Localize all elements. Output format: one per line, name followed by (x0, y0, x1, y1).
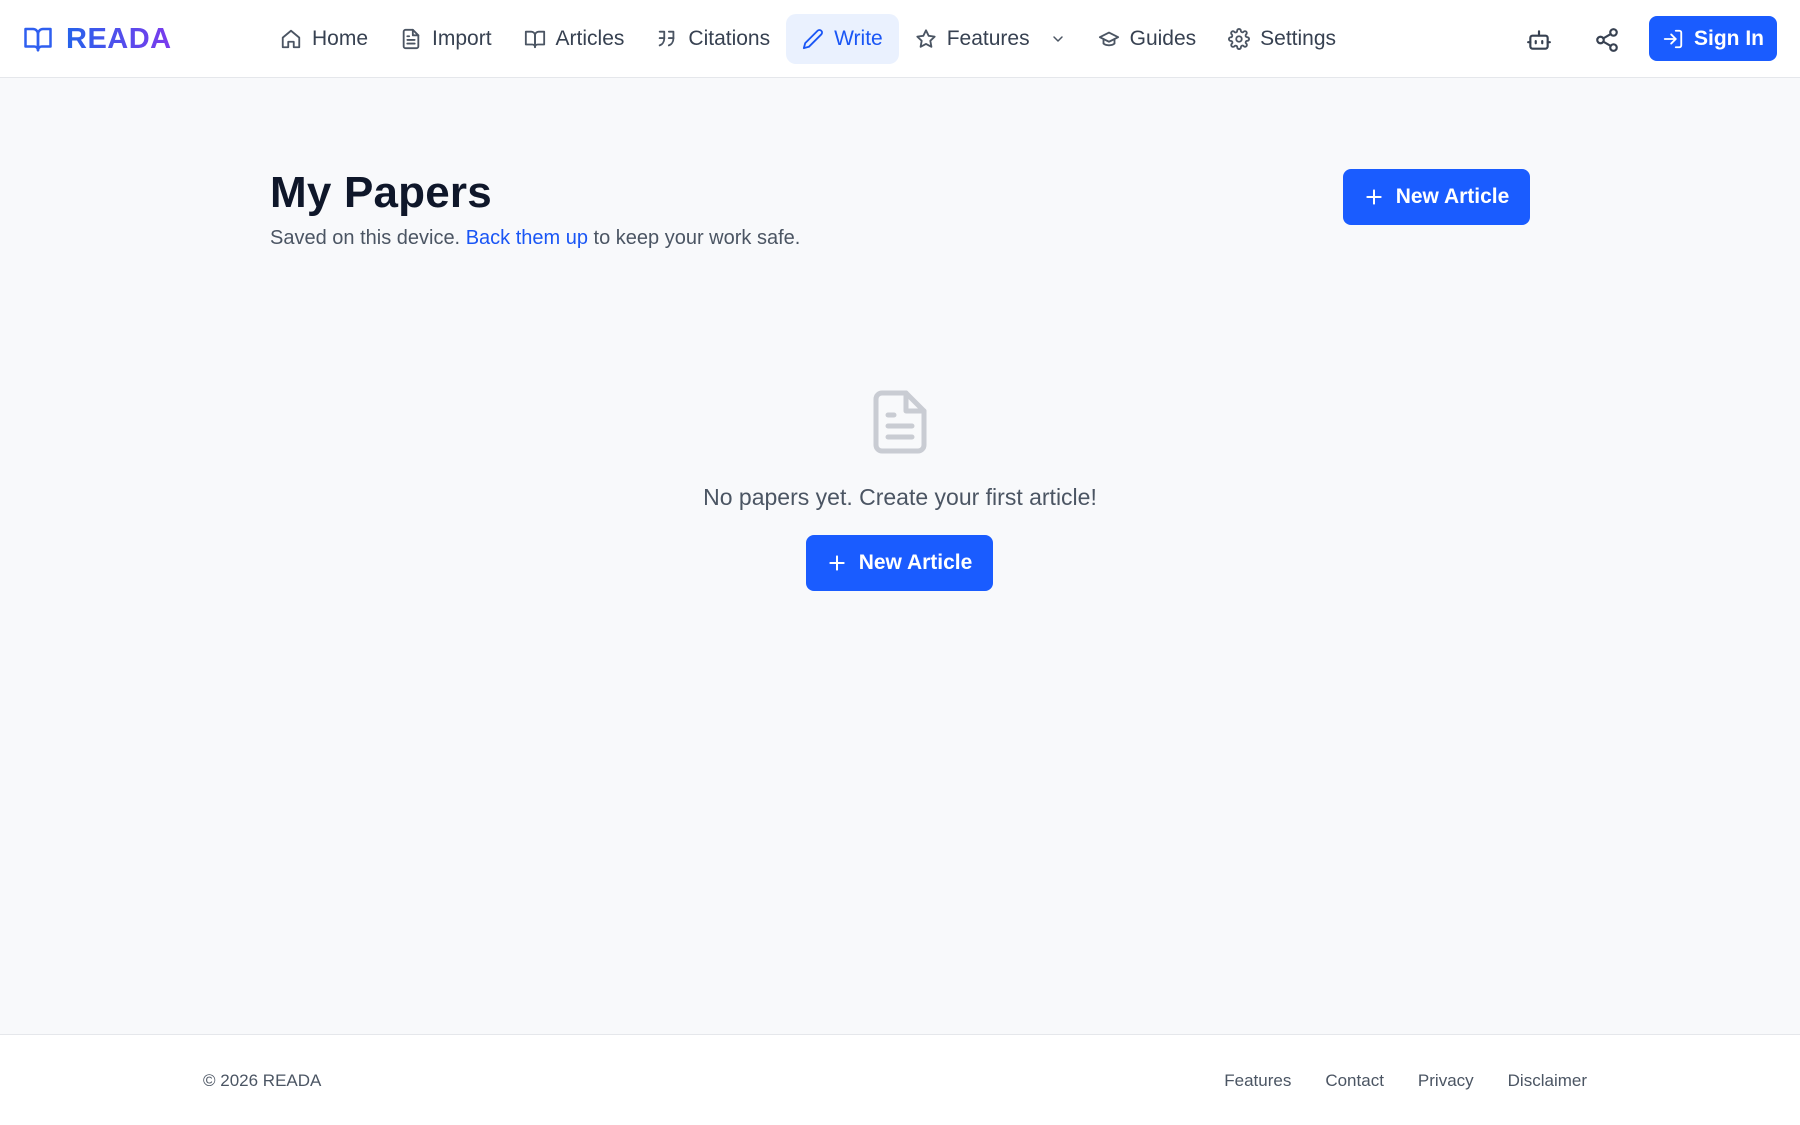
bot-icon (1526, 27, 1552, 53)
footer: © 2026 READA Features Contact Privacy Di… (0, 1034, 1800, 1125)
nav-item-citations[interactable]: Citations (640, 14, 786, 64)
empty-state-message: No papers yet. Create your first article… (703, 484, 1097, 510)
plus-icon (827, 553, 847, 573)
file-text-icon (400, 28, 422, 50)
brand-logo-link[interactable]: READA (22, 20, 172, 58)
backup-link[interactable]: Back them up (466, 227, 588, 249)
pencil-icon (802, 28, 824, 50)
quote-icon (656, 28, 678, 50)
empty-state-new-article-button[interactable]: New Article (806, 535, 993, 591)
share-button[interactable] (1587, 20, 1627, 60)
nav-item-articles[interactable]: Articles (508, 14, 641, 64)
subtitle-prefix: Saved on this device. (270, 227, 461, 249)
nav-item-label: Features (946, 27, 1030, 50)
nav-item-features[interactable]: Features (899, 14, 1082, 64)
home-icon (280, 28, 302, 50)
assistant-button[interactable] (1519, 20, 1559, 60)
new-article-label: New Article (858, 551, 973, 574)
nav-item-label: Home (312, 27, 369, 50)
book-open-icon (524, 28, 546, 50)
page-subtitle: Saved on this device. Back them up to ke… (270, 227, 800, 250)
nav-item-import[interactable]: Import (384, 14, 508, 64)
footer-links: Features Contact Privacy Disclaimer (1224, 1071, 1587, 1091)
nav-item-settings[interactable]: Settings (1212, 14, 1352, 64)
sign-in-label: Sign In (1694, 26, 1764, 50)
nav-item-home[interactable]: Home (264, 14, 384, 64)
nav-item-write[interactable]: Write (786, 14, 899, 64)
graduation-cap-icon (1098, 28, 1120, 50)
chevron-down-icon[interactable] (1050, 31, 1066, 47)
gear-icon (1228, 28, 1251, 50)
footer-link-contact[interactable]: Contact (1325, 1071, 1384, 1091)
brand-name: READA (66, 22, 172, 55)
main-nav: Home Import Articles Citations Write Fea… (264, 14, 1352, 64)
sign-in-button[interactable]: Sign In (1649, 16, 1777, 61)
nav-item-label: Citations (688, 27, 771, 50)
document-icon (872, 390, 928, 454)
log-in-icon (1662, 28, 1684, 50)
subtitle-suffix: to keep your work safe. (593, 227, 801, 249)
footer-link-features[interactable]: Features (1224, 1071, 1291, 1091)
plus-icon (1364, 187, 1384, 207)
top-navbar: READA Home Import Articles Citations Wri… (0, 0, 1800, 78)
page-title: My Papers (270, 168, 492, 217)
nav-item-guides[interactable]: Guides (1082, 14, 1213, 64)
nav-item-label: Guides (1129, 27, 1197, 50)
new-article-button[interactable]: New Article (1343, 169, 1530, 225)
book-open-icon (22, 24, 54, 54)
star-icon (915, 28, 937, 50)
share-icon (1594, 27, 1620, 53)
footer-link-disclaimer[interactable]: Disclaimer (1508, 1071, 1587, 1091)
nav-item-label: Settings (1260, 27, 1337, 50)
copyright: © 2026 READA (203, 1071, 322, 1090)
footer-link-privacy[interactable]: Privacy (1418, 1071, 1474, 1091)
nav-item-label: Write (834, 27, 883, 50)
nav-item-label: Articles (555, 27, 625, 50)
nav-item-label: Import (432, 27, 492, 50)
new-article-label: New Article (1395, 185, 1510, 208)
